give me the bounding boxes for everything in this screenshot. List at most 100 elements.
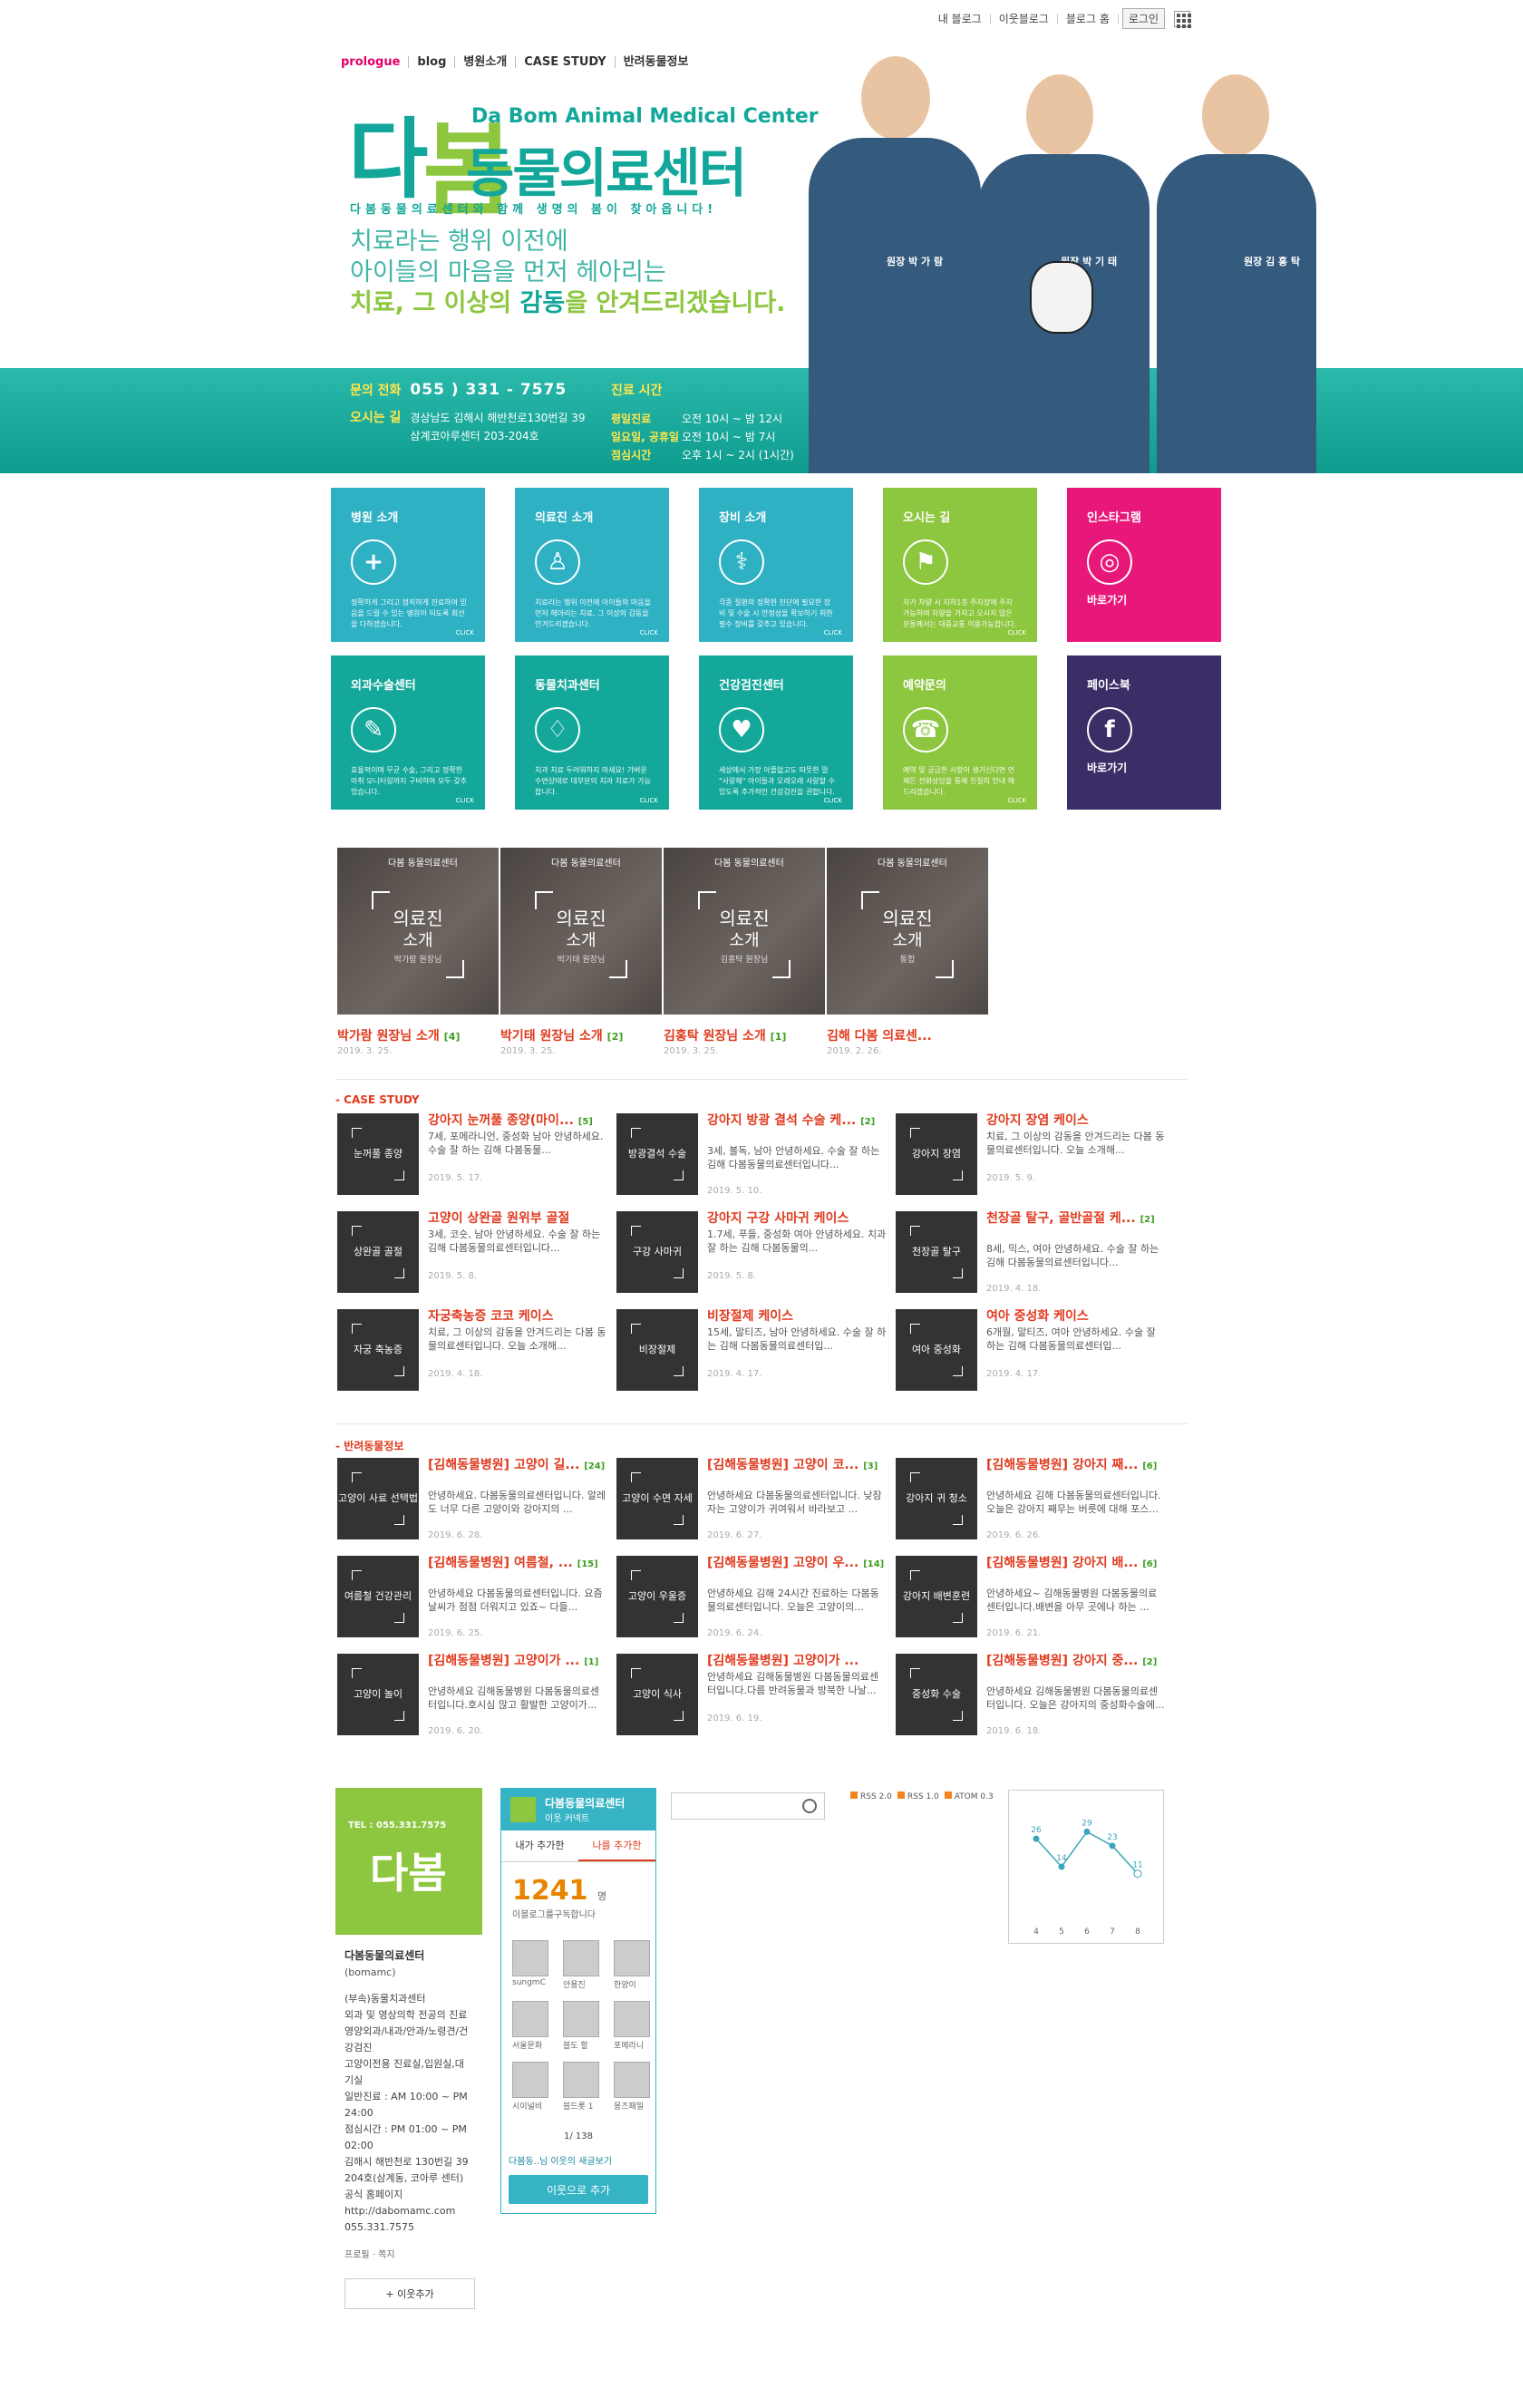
post-thumbnail[interactable]: 자궁 축농증: [337, 1309, 419, 1391]
post-item[interactable]: 천장골 탈구 천장골 탈구, 골반골절 케... [2] 8세, 믹스, 여아 …: [896, 1211, 1168, 1302]
nav-pet-info[interactable]: 반려동물정보: [614, 56, 697, 68]
avatar[interactable]: [512, 2001, 548, 2037]
post-thumbnail[interactable]: 강아지 장염: [896, 1113, 977, 1195]
post-title[interactable]: [김해동물병원] 고양이가 ... [1]: [428, 1654, 609, 1670]
post-item[interactable]: 구강 사마귀 강아지 구강 사마귀 케이스 1.7세, 푸들, 중성화 여아 안…: [616, 1211, 888, 1302]
post-title[interactable]: 천장골 탈구, 골반골절 케... [2]: [986, 1211, 1168, 1228]
tile-8[interactable]: 예약문의 ☎ 예약 및 궁금한 사항이 생기신다면 언제든 전화상담을 통해 친절…: [883, 655, 1037, 810]
tile-9[interactable]: 페이스북 f 바로가기: [1067, 655, 1221, 810]
post-title[interactable]: 강아지 방광 결석 수술 케... [2]: [707, 1113, 888, 1130]
post-item[interactable]: 여아 중성화 여아 중성화 케이스 6개월, 말티즈, 여아 안녕하세요. 수술…: [896, 1309, 1168, 1400]
post-title[interactable]: 강아지 구강 사마귀 케이스: [707, 1211, 888, 1228]
post-item[interactable]: 방광결석 수술 강아지 방광 결석 수술 케... [2] 3세, 볼독, 남아…: [616, 1113, 888, 1204]
neighbor-avatar[interactable]: 한양이: [614, 1940, 659, 1990]
tile-5[interactable]: 외과수술센터 ✎ 효율적이며 무균 수술, 그리고 정확한 마취 모니터링까지 구…: [331, 655, 485, 810]
post-title[interactable]: 강아지 장염 케이스: [986, 1113, 1168, 1130]
staff-photo[interactable]: 다봄 동물의료센터 의료진 소개 박가람 원장님: [337, 848, 499, 1015]
post-thumbnail[interactable]: 구강 사마귀: [616, 1211, 698, 1293]
nav-blog[interactable]: blog: [408, 56, 454, 68]
neighbor-avatar[interactable]: 서울문화: [512, 2001, 558, 2051]
add-as-neighbor-button[interactable]: 이웃으로 추가: [509, 2175, 648, 2204]
post-thumbnail[interactable]: 고양이 수면 자세: [616, 1458, 698, 1539]
tile-6[interactable]: 동물치과센터 ♢ 치과 치료 두려워하지 마세요! 가벼운 수면상태로 대부분의 …: [515, 655, 669, 810]
post-title[interactable]: [김해동물병원] 강아지 째... [6]: [986, 1458, 1168, 1474]
post-title[interactable]: [김해동물병원] 고양이 코... [3]: [707, 1458, 888, 1474]
tile-0[interactable]: 병원 소개 + 정확하게 그리고 정직하게 진료하여 믿음을 드릴 수 있는 병원…: [331, 488, 485, 642]
avatar[interactable]: [563, 2001, 599, 2037]
post-item[interactable]: 고양이 식사 [김해동물병원] 고양이가 ... 안녕하세요 김해동물병원 다봄…: [616, 1654, 888, 1744]
post-thumbnail[interactable]: 고양이 놀이: [337, 1654, 419, 1735]
post-item[interactable]: 강아지 장염 강아지 장염 케이스 치료, 그 이상의 감동을 안겨드리는 다봄…: [896, 1113, 1168, 1204]
post-thumbnail[interactable]: 고양이 사료 선택법: [337, 1458, 419, 1539]
post-title[interactable]: 강아지 눈꺼풀 종양(마이... [5]: [428, 1113, 609, 1130]
neighbor-avatar[interactable]: 몽즈패밀: [614, 2062, 659, 2112]
post-thumbnail[interactable]: 여름철 건강관리: [337, 1556, 419, 1637]
tab-added-me[interactable]: 나를 추가한: [578, 1830, 655, 1861]
visits-point[interactable]: [1109, 1842, 1116, 1850]
post-thumbnail[interactable]: 고양이 우울증: [616, 1556, 698, 1637]
post-item[interactable]: 고양이 사료 선택법 [김해동물병원] 고양이 길... [24] 안녕하세요.…: [337, 1458, 609, 1549]
search-icon[interactable]: [802, 1799, 817, 1813]
post-title[interactable]: 비장절제 케이스: [707, 1309, 888, 1325]
atom-link[interactable]: ATOM 0.3: [945, 1791, 994, 1801]
neighbor-avatar[interactable]: 블드롯 1: [563, 2062, 608, 2112]
staff-post-title[interactable]: 박기태 원장님 소개 [2]: [500, 1026, 623, 1044]
profile-message-links[interactable]: 프로필 · 쪽지: [335, 2247, 482, 2260]
post-thumbnail[interactable]: 중성화 수술: [896, 1654, 977, 1735]
post-thumbnail[interactable]: 상완골 골절: [337, 1211, 419, 1293]
post-item[interactable]: 중성화 수술 [김해동물병원] 강아지 중... [2] 안녕하세요 김해동물병…: [896, 1654, 1168, 1744]
post-title[interactable]: 자궁축농증 코코 케이스: [428, 1309, 609, 1325]
pet-info-heading[interactable]: - 반려동물정보: [335, 1438, 403, 1453]
case-study-heading[interactable]: - CASE STUDY: [335, 1093, 420, 1106]
tile-4[interactable]: 인스타그램 ◎ 바로가기: [1067, 488, 1221, 642]
post-title[interactable]: 여아 중성화 케이스: [986, 1309, 1168, 1325]
post-title[interactable]: [김해동물병원] 여름철, ... [15]: [428, 1556, 609, 1572]
tile-7[interactable]: 건강검진센터 ♥ 세상에서 가장 아플없고도 따뜻한 말 "사랑해" 아이들과 오…: [699, 655, 853, 810]
avatar[interactable]: [563, 1940, 599, 1976]
post-title[interactable]: [김해동물병원] 강아지 중... [2]: [986, 1654, 1168, 1670]
avatar[interactable]: [614, 2001, 650, 2037]
visits-point[interactable]: [1083, 1828, 1091, 1835]
post-item[interactable]: 고양이 우울증 [김해동물병원] 고양이 우... [14] 안녕하세요 김해 …: [616, 1556, 888, 1646]
visits-point[interactable]: [1133, 1869, 1142, 1879]
post-thumbnail[interactable]: 방광결석 수술: [616, 1113, 698, 1195]
post-item[interactable]: 비장절제 비장절제 케이스 15세, 말티즈, 남아 안녕하세요. 수술 잘 하…: [616, 1309, 888, 1400]
profile-image[interactable]: TEL : 055.331.7575 다봄: [335, 1788, 482, 1935]
post-item[interactable]: 자궁 축농증 자궁축농증 코코 케이스 치료, 그 이상의 감동을 안겨드리는 …: [337, 1309, 609, 1400]
staff-photo[interactable]: 다봄 동물의료센터 의료진 소개 김홍탁 원장님: [664, 848, 825, 1015]
post-item[interactable]: 강아지 귀 청소 [김해동물병원] 강아지 째... [6] 안녕하세요 김해 …: [896, 1458, 1168, 1549]
staff-photo[interactable]: 다봄 동물의료센터 의료진 소개 박기태 원장님: [500, 848, 662, 1015]
staff-post-title[interactable]: 박가람 원장님 소개 [4]: [337, 1026, 460, 1044]
nav-hospital[interactable]: 병원소개: [454, 56, 515, 68]
avatar[interactable]: [614, 1940, 650, 1976]
neighbor-pagination[interactable]: 1/ 138: [501, 2131, 655, 2141]
visits-point[interactable]: [1058, 1863, 1065, 1870]
neighbor-avatar[interactable]: 블도 할: [563, 2001, 608, 2051]
avatar[interactable]: [512, 1940, 548, 1976]
staff-post-title[interactable]: 김홍탁 원장님 소개 [1]: [664, 1026, 786, 1044]
staff-post-title[interactable]: 김해 다봄 의료센...: [827, 1026, 932, 1044]
login-button[interactable]: 로그인: [1121, 8, 1165, 29]
avatar[interactable]: [512, 2062, 548, 2098]
tile-2[interactable]: 장비 소개 ⚕ 각종 질환의 정확한 진단에 필요한 장비 및 수술 시 안정성을…: [699, 488, 853, 642]
add-neighbor-button[interactable]: + 이웃추가: [344, 2278, 475, 2309]
my-blog-link[interactable]: 내 블로그: [930, 13, 991, 24]
visits-point[interactable]: [1033, 1835, 1040, 1842]
post-item[interactable]: 상완골 골절 고양이 상완골 원위부 골절 3세, 코숏, 남아 안녕하세요. …: [337, 1211, 609, 1302]
post-title[interactable]: 고양이 상완골 원위부 골절: [428, 1211, 609, 1228]
neighbor-recent-link[interactable]: 다봄동..님 이웃의 새글보기: [509, 2153, 612, 2167]
post-item[interactable]: 강아지 배변훈련 [김해동물병원] 강아지 배... [6] 안녕하세요~ 김해…: [896, 1556, 1168, 1646]
staff-photo[interactable]: 다봄 동물의료센터 의료진 소개 통합: [827, 848, 988, 1015]
nav-prologue[interactable]: prologue: [341, 56, 408, 68]
neighbor-avatar[interactable]: 시이널비: [512, 2062, 558, 2112]
post-thumbnail[interactable]: 천장골 탈구: [896, 1211, 977, 1293]
neighbor-avatar[interactable]: 포메라니: [614, 2001, 659, 2051]
post-item[interactable]: 고양이 수면 자세 [김해동물병원] 고양이 코... [3] 안녕하세요 다봄…: [616, 1458, 888, 1549]
post-title[interactable]: [김해동물병원] 강아지 배... [6]: [986, 1556, 1168, 1572]
apps-grid-icon[interactable]: [1174, 10, 1191, 28]
rss20-link[interactable]: RSS 2.0: [850, 1791, 892, 1801]
post-thumbnail[interactable]: 고양이 식사: [616, 1654, 698, 1735]
post-thumbnail[interactable]: 비장절제: [616, 1309, 698, 1391]
post-thumbnail[interactable]: 여아 중성화: [896, 1309, 977, 1391]
post-title[interactable]: [김해동물병원] 고양이 길... [24]: [428, 1458, 609, 1474]
